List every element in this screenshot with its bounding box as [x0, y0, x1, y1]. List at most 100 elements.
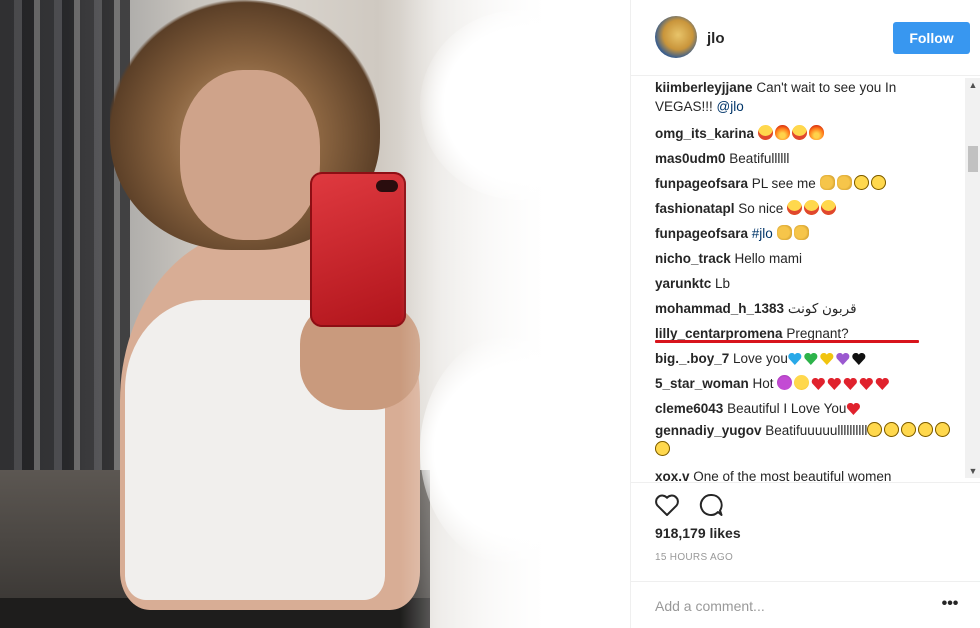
red-heart-emoji-icon — [859, 377, 873, 390]
comment-text: Hot — [748, 376, 778, 391]
comment-text: Love you — [729, 351, 788, 366]
red-heart-emoji-icon — [827, 377, 841, 390]
heart-eyes-emoji-icon — [791, 125, 807, 140]
comment-item: big._.boy_7 Love you — [655, 346, 955, 371]
photo-person-face — [180, 70, 320, 240]
heart-eyes-emoji-icon — [804, 200, 820, 215]
speech-bubble-icon[interactable] — [697, 491, 725, 519]
fire-emoji-icon — [774, 125, 790, 140]
red-heart-emoji-icon — [846, 402, 860, 415]
comment-item: mohammad_h_1383 قربون کونت — [655, 296, 955, 321]
comment-text: One of the most beautiful women — [689, 469, 892, 482]
comments-scrollbar[interactable]: ▲ ▼ — [965, 78, 980, 478]
comment-username[interactable]: mas0udm0 — [655, 151, 726, 166]
comment-username[interactable]: xox.v — [655, 469, 690, 482]
comment-text: Lb — [711, 276, 731, 291]
clap-emoji-icon — [793, 225, 809, 240]
comment-username[interactable]: mohammad_h_1383 — [655, 301, 784, 316]
red-heart-emoji-icon — [875, 377, 889, 390]
comment-username[interactable]: cleme6043 — [655, 401, 723, 416]
comment-username[interactable]: 5_star_woman — [655, 376, 749, 391]
post-actions: 918,179 likes 15 HOURS AGO ••• — [631, 482, 980, 628]
comment-username[interactable]: yarunktc — [655, 276, 711, 291]
scroll-up-arrow-icon[interactable]: ▲ — [965, 78, 980, 92]
comment-username[interactable]: omg_its_karina — [655, 126, 754, 141]
heart-outline-icon[interactable] — [653, 491, 681, 519]
comment-item: fashionatapl So nice — [655, 196, 955, 221]
post-sidebar: jlo Follow kiimberleyjjane Can't wait to… — [630, 0, 980, 628]
scroll-down-arrow-icon[interactable]: ▼ — [965, 464, 980, 478]
comment-item: mas0udm0 Beatifullllll — [655, 146, 955, 171]
persevere-emoji-icon — [901, 422, 917, 437]
red-heart-emoji-icon — [843, 377, 857, 390]
persevere-emoji-icon — [884, 422, 900, 437]
more-options-button[interactable]: ••• — [937, 592, 963, 618]
comment-text: Hello mami — [730, 251, 803, 266]
post-header: jlo Follow — [631, 0, 980, 76]
avatar[interactable] — [655, 16, 697, 58]
heart-eyes-emoji-icon — [787, 200, 803, 215]
heart-eyes-emoji-icon — [757, 125, 773, 140]
clap-emoji-icon — [776, 225, 792, 240]
red-phone — [310, 172, 406, 327]
yellow-heart-emoji-icon — [820, 352, 834, 365]
comment-item: gennadiy_yugov Beatifuuuuullllllllll — [655, 421, 955, 459]
comment-item: nicho_track Hello mami — [655, 246, 955, 271]
persevere-emoji-icon — [655, 441, 670, 456]
persevere-emoji-icon — [853, 175, 869, 190]
scroll-thumb[interactable] — [968, 146, 978, 172]
clap-emoji-icon — [836, 175, 852, 190]
comment-username[interactable]: nicho_track — [655, 251, 731, 266]
fire-emoji-icon — [808, 125, 824, 140]
comment-username[interactable]: funpageofsara — [655, 176, 748, 191]
comment-item: kiimberleyjjane Can't wait to see you In… — [655, 78, 955, 116]
comment-username[interactable]: lilly_centarpromena — [655, 326, 783, 341]
photo-flash-glow — [420, 330, 620, 570]
phone-camera — [376, 180, 398, 192]
black-heart-emoji-icon — [852, 352, 866, 365]
comment-item: xox.v One of the most beautiful women — [655, 464, 955, 482]
comment-item: yarunktc Lb — [655, 271, 955, 296]
likes-count[interactable]: 918,179 likes — [655, 525, 741, 541]
clap-emoji-icon — [819, 175, 835, 190]
comment-item: cleme6043 Beautiful I Love You — [655, 396, 955, 421]
comment-text: Beatifullllll — [725, 151, 790, 166]
comment-mention-link[interactable]: #jlo — [752, 226, 773, 241]
clothing-rack — [0, 0, 130, 470]
comment-item: 5_star_woman Hot — [655, 371, 955, 396]
follow-button[interactable]: Follow — [893, 22, 970, 54]
comment-text: Pregnant? — [782, 326, 849, 341]
smile-emoji-icon — [794, 375, 810, 390]
add-comment-bar: ••• — [631, 581, 980, 628]
persevere-emoji-icon — [870, 175, 886, 190]
highlight-underline — [655, 340, 919, 343]
comment-text: PL see me — [748, 176, 820, 191]
comment-input[interactable] — [655, 596, 925, 616]
comment-item: funpageofsara #jlo — [655, 221, 955, 246]
comment-username[interactable]: funpageofsara — [655, 226, 748, 241]
post-username[interactable]: jlo — [707, 30, 725, 47]
comment-text: Beatifuuuuullllllllll — [761, 423, 868, 438]
comments-list[interactable]: kiimberleyjjane Can't wait to see you In… — [655, 78, 955, 482]
red-heart-emoji-icon — [811, 377, 825, 390]
heart-eyes-emoji-icon — [821, 200, 837, 215]
green-heart-emoji-icon — [804, 352, 818, 365]
persevere-emoji-icon — [867, 422, 883, 437]
comment-username[interactable]: fashionatapl — [655, 201, 735, 216]
blue-heart-emoji-icon — [788, 352, 802, 365]
comment-text: قربون کونت — [784, 301, 857, 316]
comment-text: So nice — [734, 201, 788, 216]
photo-flash-glow — [420, 10, 620, 200]
comment-mention-link[interactable]: @jlo — [717, 99, 744, 114]
comment-username[interactable]: big._.boy_7 — [655, 351, 729, 366]
comment-text: Beautiful I Love You — [723, 401, 847, 416]
post-timestamp[interactable]: 15 HOURS AGO — [655, 552, 733, 563]
purple-heart-emoji-icon — [836, 352, 850, 365]
persevere-emoji-icon — [918, 422, 934, 437]
persevere-emoji-icon — [935, 422, 951, 437]
post-photo[interactable] — [0, 0, 630, 628]
comment-username[interactable]: kiimberleyjjane — [655, 80, 753, 95]
devil-emoji-icon — [777, 375, 793, 390]
comment-username[interactable]: gennadiy_yugov — [655, 423, 762, 438]
comment-item: omg_its_karina — [655, 121, 955, 146]
